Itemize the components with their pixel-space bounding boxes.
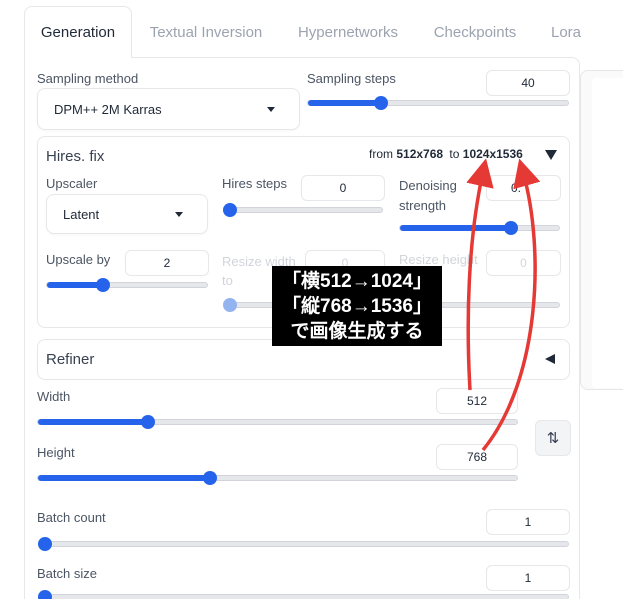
tab-lora[interactable]: Lora [536, 6, 596, 58]
from-prefix: from [369, 147, 393, 161]
to-prefix: to [449, 147, 460, 161]
slider-fill [47, 282, 103, 288]
denoising-strength-input[interactable]: 0. [486, 175, 561, 201]
annotation-line-1: 「横512→1024」 [282, 271, 432, 292]
slider-thumb[interactable] [38, 537, 52, 551]
upscale-by-input[interactable]: 2 [125, 250, 209, 276]
swap-dimensions-button[interactable]: ⇅ [535, 420, 571, 456]
slider-fill [308, 100, 381, 106]
sampling-method-value: DPM++ 2M Karras [54, 101, 162, 117]
batch-size-input[interactable]: 1 [486, 565, 570, 591]
batch-count-label: Batch count [37, 510, 106, 525]
height-label: Height [37, 445, 75, 460]
swap-vertical-icon: ⇅ [546, 430, 560, 447]
slider-thumb[interactable] [96, 278, 110, 292]
hires-steps-slider[interactable] [223, 203, 383, 217]
height-slider[interactable] [37, 471, 518, 485]
hires-fix-title[interactable]: Hires. fix [46, 148, 104, 165]
slider-fill [38, 475, 211, 481]
tab-generation[interactable]: Generation [24, 6, 132, 58]
width-label: Width [37, 389, 71, 404]
hires-steps-label: Hires steps [222, 176, 288, 191]
slider-thumb[interactable] [223, 203, 237, 217]
tab-textual-inversion[interactable]: Textual Inversion [134, 6, 278, 58]
to-size: 1024x1536 [462, 147, 523, 161]
upscale-by-label: Upscale by [46, 252, 111, 267]
expand-triangle-icon[interactable] [545, 354, 555, 364]
upscaler-label: Upscaler [46, 176, 98, 191]
sampling-steps-slider[interactable] [307, 96, 569, 110]
output-preview [592, 78, 623, 388]
slider-thumb[interactable] [223, 298, 237, 312]
denoising-strength-label: Denoising strength [399, 178, 457, 213]
annotation-line-2: 「縦768→1536」 [282, 296, 432, 317]
resize-height-label: Resize height [399, 252, 478, 267]
chevron-down-icon [267, 107, 275, 112]
sampling-method-label: Sampling method [37, 71, 139, 86]
chevron-down-icon [175, 212, 183, 217]
slider-fill [38, 419, 149, 425]
slider-fill [400, 225, 512, 231]
width-input[interactable]: 512 [436, 388, 518, 414]
upscale-by-slider[interactable] [46, 278, 208, 292]
sampling-steps-label: Sampling steps [307, 71, 396, 86]
resize-height-input[interactable]: 0 [486, 250, 561, 276]
annotation-box: 「横512→1024」 「縦768→1536」 で画像生成する [272, 266, 442, 346]
slider-thumb[interactable] [38, 590, 52, 599]
width-slider[interactable] [37, 415, 518, 429]
from-size: 512x768 [396, 147, 444, 161]
upscaler-value: Latent [63, 206, 100, 222]
batch-size-slider[interactable] [38, 590, 569, 599]
upscaler-dropdown[interactable]: Latent [46, 194, 208, 234]
collapse-triangle-icon[interactable] [545, 150, 557, 160]
tab-hypernetworks[interactable]: Hypernetworks [280, 6, 416, 58]
hires-steps-input[interactable]: 0 [301, 175, 385, 201]
batch-count-slider[interactable] [38, 537, 569, 551]
sampling-method-dropdown[interactable]: DPM++ 2M Karras [37, 88, 300, 130]
slider-thumb[interactable] [373, 96, 388, 110]
hires-size-summary: from 512x768 to 1024x1536 [369, 147, 523, 161]
batch-count-input[interactable]: 1 [486, 509, 570, 535]
height-input[interactable]: 768 [436, 444, 518, 470]
sampling-steps-input[interactable]: 40 [486, 70, 570, 96]
annotation-line-3: で画像生成する [290, 321, 424, 342]
batch-size-label: Batch size [37, 566, 97, 581]
refiner-title[interactable]: Refiner [46, 351, 94, 368]
denoising-strength-slider[interactable] [399, 221, 560, 235]
tab-checkpoints[interactable]: Checkpoints [418, 6, 532, 58]
